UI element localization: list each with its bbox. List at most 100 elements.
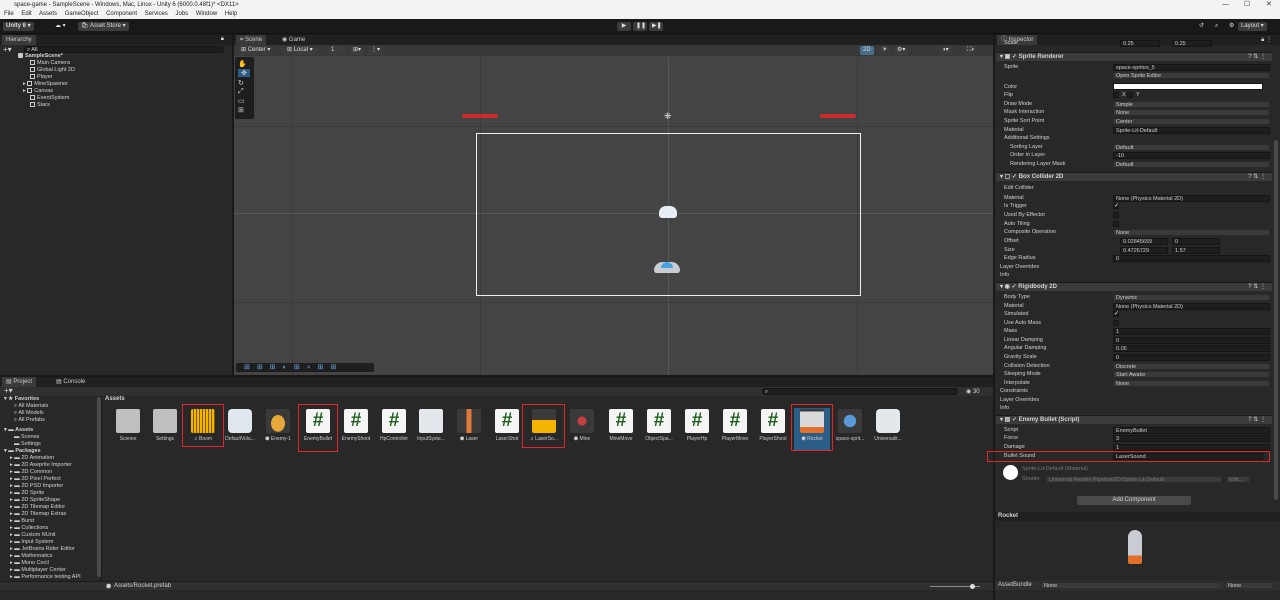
lock-icon[interactable]: 🔒︎ ⋮ bbox=[1261, 36, 1272, 44]
menu-file[interactable]: File bbox=[4, 11, 14, 17]
pivot-dropdown[interactable]: ⊞ Center ▾ bbox=[238, 46, 274, 55]
asset-store-button[interactable]: 🛍 Asset Store ▾ bbox=[78, 22, 129, 31]
flip-y-checkbox[interactable] bbox=[1127, 92, 1133, 98]
asset-playermove[interactable]: # PlayerMove bbox=[717, 408, 753, 450]
scale-y-field[interactable]: 0.25 bbox=[1172, 40, 1212, 47]
flip-x-checkbox[interactable] bbox=[1113, 92, 1119, 98]
hierarchy-item-main-camera[interactable]: Main Camera bbox=[30, 60, 70, 67]
mask-interaction-dropdown[interactable]: None bbox=[1113, 109, 1270, 116]
linear-damping-field[interactable]: 0 bbox=[1113, 337, 1270, 344]
menu-services[interactable]: Services bbox=[145, 11, 168, 17]
component-sprite-renderer[interactable]: ▾ ▣ ✓ Sprite Renderer? ⇅ ⋮ bbox=[996, 52, 1272, 61]
inspector-scrollbar[interactable] bbox=[1274, 140, 1278, 500]
collision-detection-dropdown[interactable]: Discrete bbox=[1113, 363, 1270, 370]
menu-assets[interactable]: Assets bbox=[39, 11, 57, 17]
asset-space-sprites[interactable]: space-sprit... bbox=[832, 408, 868, 450]
tree-package-item[interactable]: ▸ ▬ Performance testing API bbox=[10, 574, 81, 581]
grid-snap-field[interactable]: 1 bbox=[328, 46, 348, 55]
tab-console[interactable]: ▤ Console bbox=[52, 377, 89, 387]
rendering-layer-mask-dropdown[interactable]: Default bbox=[1113, 161, 1270, 168]
tree-package-item[interactable]: ▸ ▬ Multiplayer Center bbox=[10, 567, 66, 574]
tree-package-item[interactable]: ▸ ▬ 2D Common bbox=[10, 469, 52, 476]
offset-x-field[interactable]: 0.02845659 bbox=[1120, 238, 1168, 245]
tab-scene[interactable]: ⌗ Scene bbox=[236, 35, 267, 45]
tree-packages[interactable]: ▾ ▬ Packages bbox=[4, 448, 41, 455]
tree-package-item[interactable]: ▸ ▬ Mathematics bbox=[10, 553, 53, 560]
view-options-icon[interactable]: ◑▾ bbox=[939, 46, 952, 55]
rb-material-field[interactable]: None (Physics Material 2D) bbox=[1113, 303, 1270, 310]
settings-icon[interactable]: ⚙ bbox=[1226, 22, 1237, 31]
enemy-bar-left[interactable] bbox=[462, 114, 498, 118]
asset-objectspawner[interactable]: # ObjectSpa... bbox=[641, 408, 677, 450]
menu-jobs[interactable]: Jobs bbox=[175, 11, 188, 17]
asset-hpcontroller[interactable]: # HpController bbox=[376, 408, 412, 450]
asset-enemy-1[interactable]: ⬢ Enemy-1 bbox=[260, 408, 296, 450]
menu-component[interactable]: Component bbox=[106, 11, 137, 17]
rotate-tool-icon[interactable]: ↻ bbox=[238, 79, 244, 87]
scene-root[interactable]: SampleScene* bbox=[18, 53, 63, 60]
tree-package-item[interactable]: ▸ ▬ Mono Cecil bbox=[10, 560, 49, 567]
angular-damping-field[interactable]: 0.05 bbox=[1113, 345, 1270, 352]
asset-settings[interactable]: Settings bbox=[147, 408, 183, 450]
tree-package-item[interactable]: ▸ ▬ Burst bbox=[10, 518, 34, 525]
hierarchy-item-stars[interactable]: Stars bbox=[30, 102, 50, 109]
asset-mine[interactable]: ⬢ Mine bbox=[564, 408, 600, 450]
asset-enemyshoot[interactable]: # EnemyShoot bbox=[338, 408, 374, 450]
menu-window[interactable]: Window bbox=[196, 11, 217, 17]
menu-help[interactable]: Help bbox=[225, 11, 237, 17]
body-type-dropdown[interactable]: Dynamic bbox=[1113, 294, 1270, 301]
sleeping-mode-dropdown[interactable]: Start Awake bbox=[1113, 371, 1270, 378]
tree-all-prefabs[interactable]: ⌕ All Prefabs bbox=[14, 417, 45, 424]
asset-playerhp[interactable]: # PlayerHp bbox=[679, 408, 715, 450]
asset-playershoot[interactable]: # PlayerShoot bbox=[755, 408, 791, 450]
hierarchy-item-global-light[interactable]: Global Light 2D bbox=[30, 67, 75, 74]
search-icon[interactable]: ⌕ bbox=[1212, 22, 1221, 31]
scale-tool-icon[interactable]: ⤢ bbox=[238, 88, 244, 96]
asset-bundle-variant-dropdown[interactable]: None bbox=[1225, 582, 1273, 589]
asset-universal[interactable]: Universalit... bbox=[870, 408, 906, 450]
2d-toggle[interactable]: 2D bbox=[860, 46, 874, 55]
hierarchy-item-eventsystem[interactable]: EventSystem bbox=[30, 95, 69, 102]
enemy-bar-right[interactable] bbox=[820, 114, 856, 118]
step-button[interactable]: ▶❚ bbox=[649, 22, 663, 31]
asset-bundle-dropdown[interactable]: None bbox=[1041, 582, 1221, 589]
zoom-slider-handle[interactable] bbox=[970, 584, 975, 589]
tree-package-item[interactable]: ▸ ▬ JetBrains Rider Editor bbox=[10, 546, 75, 553]
tree-scenes[interactable]: ▬ Scenes bbox=[14, 434, 39, 441]
player-ship-sprite[interactable] bbox=[659, 206, 677, 218]
tab-hierarchy[interactable]: Hierarchy bbox=[2, 35, 36, 45]
sort-point-dropdown[interactable]: Center bbox=[1113, 118, 1270, 125]
snap-icon[interactable]: ⋮▾ bbox=[368, 46, 384, 55]
size-y-field[interactable]: 1.57 bbox=[1172, 247, 1220, 254]
hierarchy-item-canvas[interactable]: ▸ Canvas bbox=[23, 88, 53, 95]
layout-dropdown[interactable]: Layout ▾ bbox=[1238, 22, 1267, 31]
asset-inputsystem[interactable]: InputSyste... bbox=[413, 408, 449, 450]
hierarchy-search-input[interactable]: ⌕ All bbox=[24, 46, 224, 53]
add-icon[interactable]: +▾ bbox=[3, 46, 12, 54]
project-search-input[interactable]: ⌕ bbox=[762, 388, 958, 395]
open-sprite-editor-button[interactable]: Open Sprite Editor bbox=[1113, 72, 1270, 79]
menu-gameobject[interactable]: GameObject bbox=[65, 11, 99, 17]
tree-package-item[interactable]: ▸ ▬ Input System bbox=[10, 539, 53, 546]
auto-tiling-checkbox[interactable] bbox=[1113, 221, 1119, 227]
close-icon[interactable]: ✕ bbox=[1266, 0, 1272, 10]
component-box-collider[interactable]: ▾ ▢ ✓ Box Collider 2D? ⇅ ⋮ bbox=[996, 172, 1272, 181]
tree-favorites[interactable]: ▾ ★ Favorites bbox=[4, 396, 39, 403]
add-icon[interactable]: +▾ bbox=[4, 387, 13, 395]
sorting-layer-dropdown[interactable]: Default bbox=[1113, 144, 1270, 151]
used-by-effector-checkbox[interactable] bbox=[1113, 212, 1119, 218]
rect-tool-icon[interactable]: ▭ bbox=[238, 97, 245, 105]
asset-minemove[interactable]: # MineMove bbox=[603, 408, 639, 450]
use-auto-mass-checkbox[interactable] bbox=[1113, 320, 1119, 326]
offset-y-field[interactable]: 0 bbox=[1172, 238, 1220, 245]
grid-icon[interactable]: ⊞▾ bbox=[350, 46, 365, 55]
hierarchy-item-player[interactable]: Player bbox=[30, 74, 53, 81]
edge-radius-field[interactable]: 0 bbox=[1113, 255, 1270, 262]
hierarchy-item-minespawner[interactable]: ▸ MineSpawner bbox=[23, 81, 68, 88]
asset-scenes[interactable]: Scenes bbox=[110, 408, 146, 450]
size-x-field[interactable]: 0.4726729 bbox=[1120, 247, 1168, 254]
scale-x-field[interactable]: 0.25 bbox=[1120, 40, 1160, 47]
tree-all-models[interactable]: ⌕ All Models bbox=[14, 410, 44, 417]
shader-edit-button[interactable]: Edit... bbox=[1226, 476, 1250, 483]
pause-button[interactable]: ❚❚ bbox=[633, 22, 647, 31]
